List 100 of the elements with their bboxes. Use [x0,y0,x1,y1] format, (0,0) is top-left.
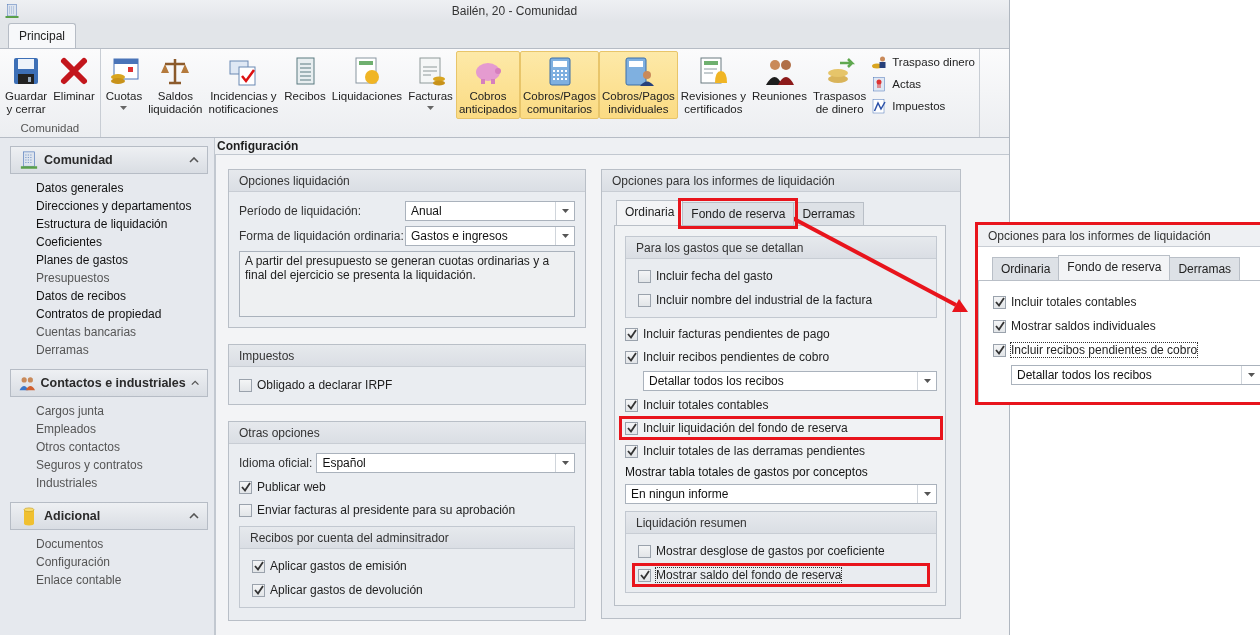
dropdown[interactable]: En ningun informe [625,484,937,504]
checkbox-label: Incluir recibos pendientes de cobro [1011,343,1198,357]
group-title: Liquidación resumen [626,512,936,534]
caret-icon [561,461,569,465]
checkbox-label: Obligado a declarar IRPF [257,378,393,392]
dropdown[interactable]: Anual [405,201,575,221]
checkbox[interactable] [638,544,651,558]
checkbox-label: Incluir fecha del gasto [656,269,773,283]
sidebar-item[interactable]: Contratos de propiedad [36,305,208,323]
tab[interactable]: Ordinaria [616,200,684,225]
checkbox[interactable] [239,480,252,494]
calculator-person-icon [622,55,655,87]
ribbon-button[interactable]: Cobros anticipados [455,51,521,119]
caret-icon [923,379,931,383]
caret-icon [1247,373,1255,377]
building-icon [4,3,20,19]
ribbon-small-button[interactable]: Traspaso dinero [869,53,977,71]
sidebar-item[interactable]: Presupuestos [36,269,208,287]
window-title: Bailén, 20 - Comunidad [450,4,579,18]
checkbox-label: Incluir totales de las derramas pendientes [643,444,866,458]
building-icon [19,150,39,170]
ribbon-button[interactable]: Cuotas [102,51,146,113]
checkbox[interactable] [638,568,651,582]
section-header[interactable]: Adicional [10,502,208,530]
group-label: Comunidad [19,122,81,136]
checkbox[interactable] [625,444,638,458]
sidebar-item[interactable]: Documentos [36,535,208,553]
checkbox[interactable] [239,503,252,517]
sidebar-item[interactable]: Datos generales [36,179,208,197]
checkbox[interactable] [625,421,638,435]
field-label: Idioma oficial: [239,456,313,470]
ribbon-small-button[interactable]: Impuestos [869,97,977,115]
ribbon-button[interactable]: Eliminar [50,51,98,106]
checkbox-label: Publicar web [257,480,326,494]
sidebar-item[interactable]: Otros contactos [36,438,208,456]
sidebar-item[interactable]: Planes de gastos [36,251,208,269]
checkbox[interactable] [993,343,1006,357]
ribbon-button[interactable]: Cobros/Pagos comunitarios [520,51,599,119]
dropdown[interactable]: Detallar todos los recibos [643,371,937,391]
panel-title: Opciones para los informes de liquidación [978,225,1260,247]
ribbon-button[interactable]: Facturas [405,51,456,113]
ribbon-button[interactable]: Traspasos de dinero [810,51,870,119]
checkbox-label: Enviar facturas al presidente para su aprobación [257,503,516,517]
checkbox[interactable] [638,293,651,307]
section-header[interactable]: Comunidad [10,146,208,174]
dropdown[interactable]: Español [316,453,575,473]
section-title: Adicional [44,509,102,523]
sidebar-item[interactable]: Seguros y contratos [36,456,208,474]
ribbon-button[interactable]: Cobros/Pagos individuales [598,51,678,119]
field-label: Forma de liquidación ordinaria: [239,229,405,243]
sidebar-item[interactable]: Direcciones y departamentos [36,197,208,215]
section-title: Contactos e industriales [40,376,186,390]
sidebar-item[interactable]: Datos de recibos [36,287,208,305]
sidebar-item[interactable]: Derramas [36,341,208,359]
checkbox[interactable] [993,319,1006,333]
checkbox-label: Aplicar gastos de devolución [270,583,423,597]
field-label: Período de liquidación: [239,204,363,218]
sidebar-item[interactable]: Enlace contable [36,571,208,589]
dropdown[interactable]: Detallar todos los recibos [1011,365,1260,385]
ribbon-small-button[interactable]: Actas [869,75,977,93]
ribbon-button[interactable]: Recibos [281,51,329,106]
ribbon-button[interactable]: Liquidaciones [328,51,406,106]
section-header[interactable]: Contactos e industriales [10,369,208,397]
checkbox[interactable] [239,378,252,392]
dropdown[interactable]: Gastos e ingresos [405,226,575,246]
ribbon-button[interactable]: Revisiones y certificados [677,51,749,119]
checkbox[interactable] [993,295,1006,309]
checkbox[interactable] [638,269,651,283]
tab[interactable]: Fondo de reserva [1058,255,1171,280]
checkbox-label: Incluir recibos pendientes de cobro [643,350,830,364]
caret-icon [120,106,128,110]
ribbon-button[interactable]: Incidencias y notificaciones [205,51,282,119]
checkbox[interactable] [625,327,638,341]
caret-icon [923,492,931,496]
sidebar-item[interactable]: Cargos junta [36,402,208,420]
sidebar-item[interactable]: Industriales [36,474,208,492]
group-title: Recibos por cuenta del adminsitrador [240,527,574,549]
checkbox-label: Mostrar saldo del fondo de reserva [656,568,842,582]
sidebar-item[interactable]: Estructura de liquidación [36,215,208,233]
checkbox[interactable] [625,350,638,364]
checkbox-label: Mostrar saldos individuales [1011,319,1156,333]
page-title: Configuración [215,138,1009,154]
checkbox[interactable] [252,583,265,597]
sidebar-item[interactable]: Coeficientes [36,233,208,251]
ribbon-tab[interactable]: Principal [8,23,77,48]
tab[interactable]: Derramas [1169,257,1241,280]
checkbox[interactable] [625,398,638,412]
ribbon-button[interactable]: Guardar y cerrar [2,51,51,119]
description-text: A partir del presupuesto se generan cuotas ordinarias y a final del ejercicio se presenta la liquidación. [239,251,575,317]
ribbon-button[interactable]: Reuniones [749,51,810,106]
checkbox[interactable] [252,559,265,573]
tab[interactable]: Ordinaria [992,257,1060,280]
sidebar-item[interactable]: Configuración [36,553,208,571]
checkbox-label: Mostrar desglose de gastos por coeficiente [656,544,885,558]
panel-title: Opciones para los informes de liquidación [602,170,960,192]
document-chart-icon [871,98,888,114]
ribbon-button[interactable]: Saldos liquidación [145,51,206,119]
sidebar-item[interactable]: Empleados [36,420,208,438]
certificate-icon [871,76,888,92]
sidebar-item[interactable]: Cuentas bancarias [36,323,208,341]
